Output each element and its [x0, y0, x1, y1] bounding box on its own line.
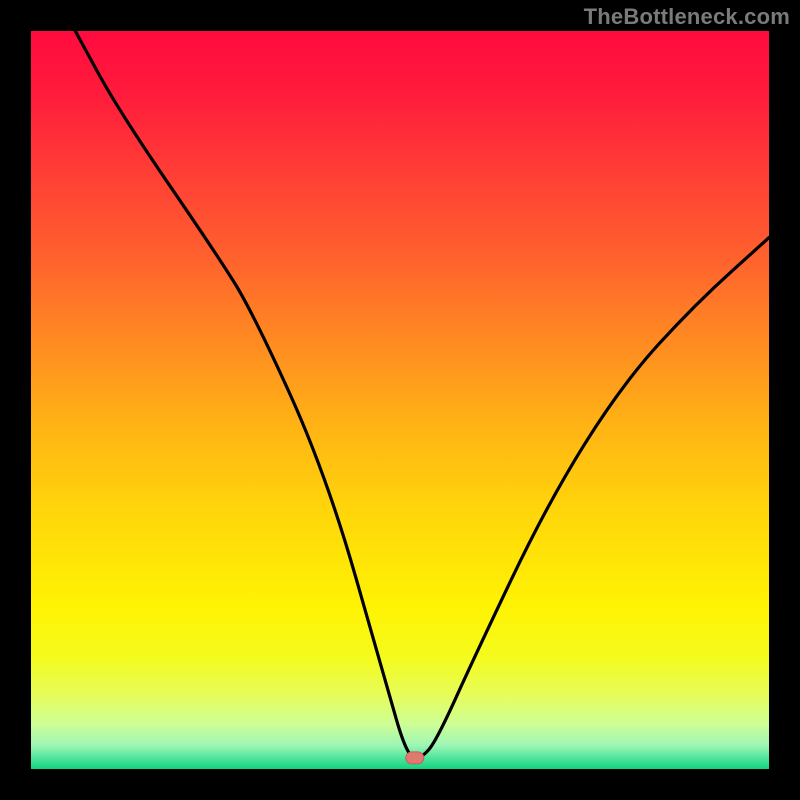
watermark-text: TheBottleneck.com	[584, 4, 790, 30]
optimal-point-marker	[406, 752, 424, 764]
chart-frame: TheBottleneck.com	[0, 0, 800, 800]
bottleneck-chart	[0, 0, 800, 800]
